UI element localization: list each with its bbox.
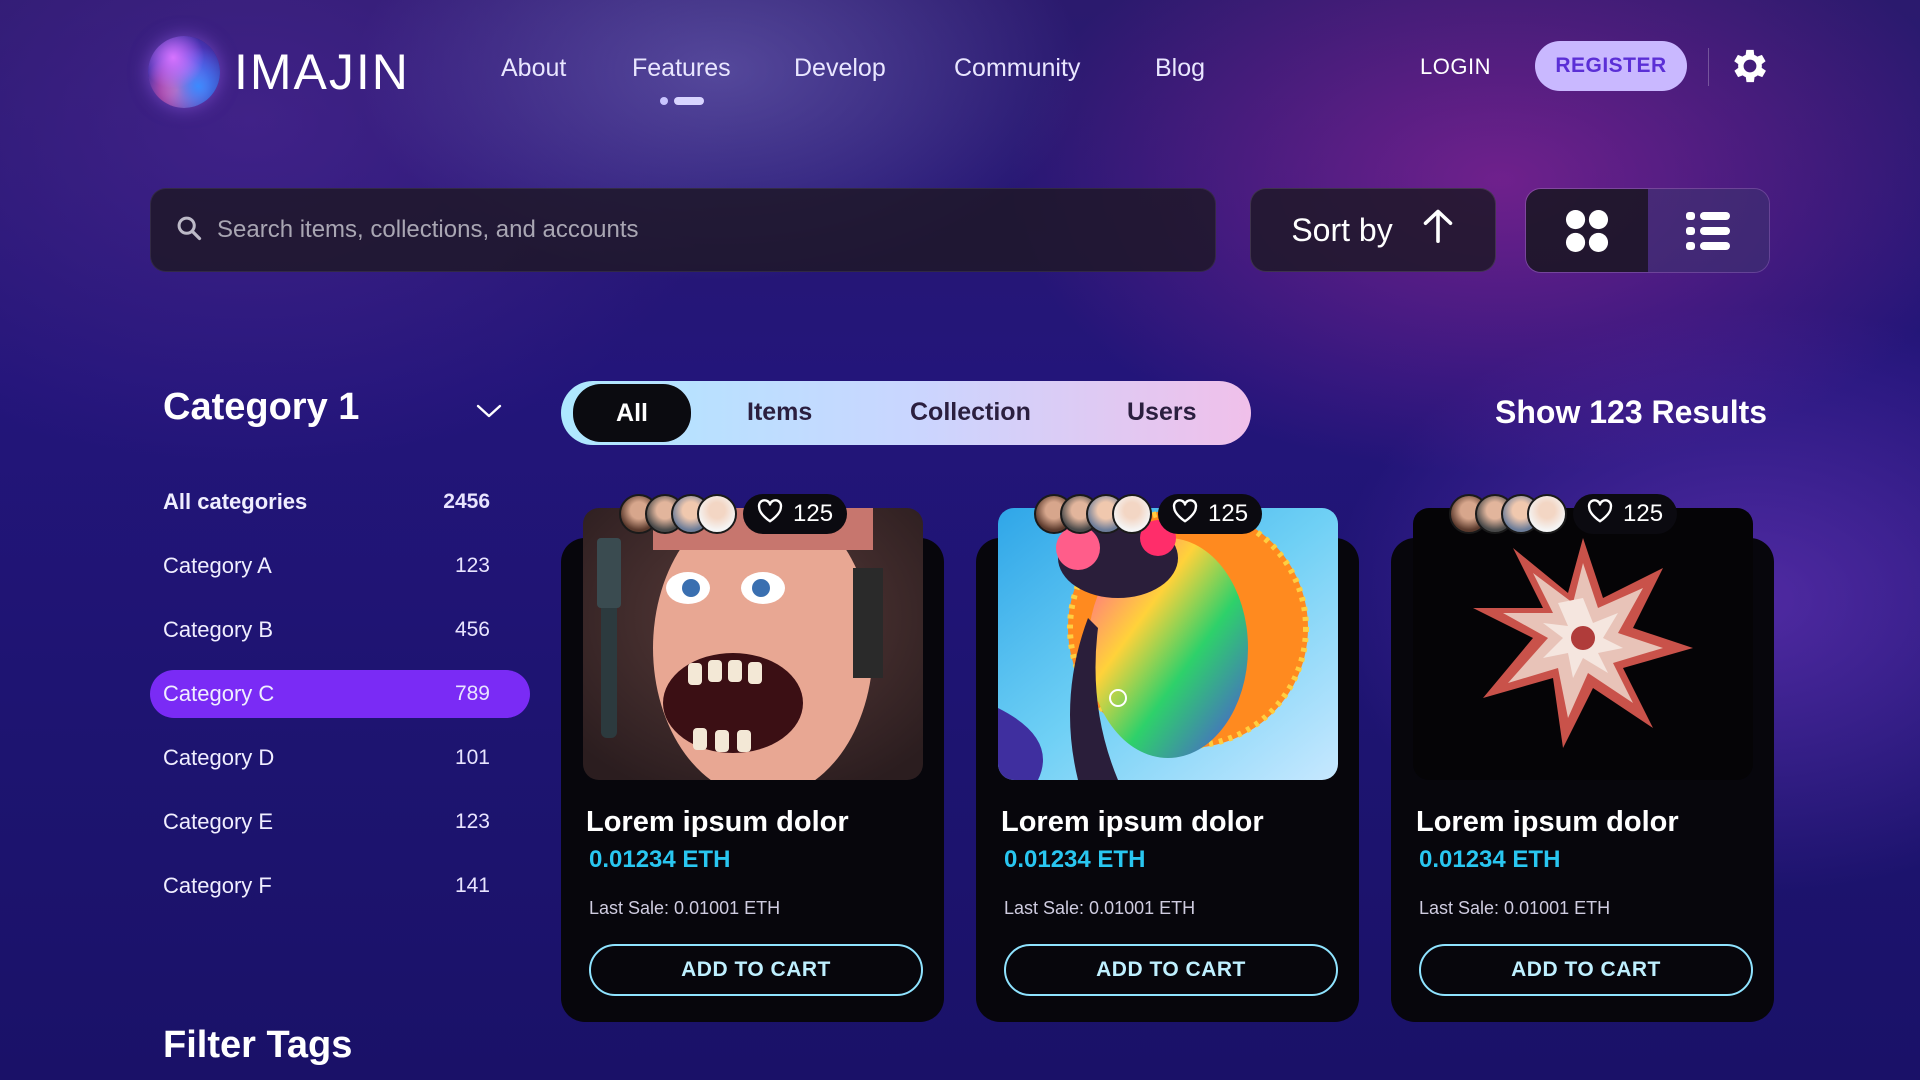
card-price: 0.01234 ETH bbox=[1419, 846, 1561, 873]
category-count: 456 bbox=[454, 618, 490, 641]
list-view-icon[interactable] bbox=[1647, 189, 1769, 272]
view-toggle bbox=[1525, 188, 1770, 273]
product-image[interactable] bbox=[583, 508, 923, 780]
grid-view-icon[interactable] bbox=[1526, 189, 1648, 272]
nav-develop[interactable]: Develop bbox=[794, 54, 886, 83]
like-button[interactable]: 125 bbox=[743, 494, 848, 534]
product-image[interactable] bbox=[998, 508, 1338, 780]
like-button[interactable]: 125 bbox=[1158, 494, 1263, 534]
nav-active-indicator bbox=[660, 97, 704, 105]
search-icon bbox=[175, 214, 203, 247]
register-button[interactable]: REGISTER bbox=[1535, 41, 1687, 91]
login-link[interactable]: LOGIN bbox=[1420, 54, 1491, 80]
category-item-all[interactable]: All categories 2456 bbox=[150, 478, 530, 526]
like-count: 125 bbox=[1623, 500, 1664, 527]
owner-avatars[interactable] bbox=[619, 494, 737, 534]
nav-about[interactable]: About bbox=[501, 54, 566, 83]
like-button[interactable]: 125 bbox=[1573, 494, 1678, 534]
header-divider bbox=[1708, 48, 1709, 86]
card-header: 125 bbox=[1449, 494, 1678, 534]
category-item-b[interactable]: Category B 456 bbox=[150, 606, 530, 654]
tab-items[interactable]: Items bbox=[747, 398, 812, 427]
gear-icon[interactable] bbox=[1728, 44, 1772, 88]
heart-icon bbox=[757, 498, 783, 530]
card-header: 125 bbox=[619, 494, 848, 534]
product-card[interactable]: 125 Lorem ipsum dolor 0.01234 ETH Last S… bbox=[561, 494, 944, 1022]
nav-features[interactable]: Features bbox=[632, 54, 731, 83]
category-label: Category E bbox=[163, 809, 274, 834]
product-image[interactable] bbox=[1413, 508, 1753, 780]
category-count: 2456 bbox=[443, 490, 490, 513]
category-count: 123 bbox=[454, 810, 490, 833]
category-item-c[interactable]: Category C 789 bbox=[150, 670, 530, 718]
brand-logo[interactable]: IMAJIN bbox=[148, 36, 410, 108]
heart-icon bbox=[1172, 498, 1198, 530]
filter-tabs: All Items Collection Users bbox=[561, 381, 1251, 445]
avatar bbox=[697, 494, 737, 534]
tab-all[interactable]: All bbox=[573, 384, 691, 442]
category-item-d[interactable]: Category D 101 bbox=[150, 734, 530, 782]
tab-collection[interactable]: Collection bbox=[910, 398, 1031, 427]
card-title: Lorem ipsum dolor bbox=[1416, 806, 1679, 838]
heart-icon bbox=[1587, 498, 1613, 530]
like-count: 125 bbox=[1208, 500, 1249, 527]
like-count: 125 bbox=[793, 500, 834, 527]
card-last-sale: Last Sale: 0.01001 ETH bbox=[1419, 898, 1611, 918]
add-to-cart-button[interactable]: ADD TO CART bbox=[1419, 944, 1753, 996]
filter-tags-title: Filter Tags bbox=[163, 1024, 353, 1066]
category-label: Category B bbox=[163, 617, 274, 642]
card-title: Lorem ipsum dolor bbox=[586, 806, 849, 838]
category-label: All categories bbox=[163, 489, 308, 514]
product-card[interactable]: 125 Lorem ipsum dolor 0.01234 ETH Last S… bbox=[1391, 494, 1774, 1022]
category-label: Category F bbox=[163, 873, 272, 898]
nav-community[interactable]: Community bbox=[954, 54, 1080, 83]
tab-users[interactable]: Users bbox=[1127, 398, 1197, 427]
category-count: 101 bbox=[454, 746, 490, 769]
results-count: Show 123 Results bbox=[1495, 394, 1768, 430]
avatar bbox=[1527, 494, 1567, 534]
brand-name: IMAJIN bbox=[234, 44, 410, 100]
category-count: 123 bbox=[454, 554, 490, 577]
nav-blog[interactable]: Blog bbox=[1155, 54, 1205, 83]
category-item-f[interactable]: Category F 141 bbox=[150, 862, 530, 910]
category-count: 141 bbox=[454, 874, 490, 897]
category-list: All categories 2456 Category A 123 Categ… bbox=[150, 478, 530, 926]
product-card[interactable]: 125 Lorem ipsum dolor 0.01234 ETH Last S… bbox=[976, 494, 1359, 1022]
card-header: 125 bbox=[1034, 494, 1263, 534]
card-title: Lorem ipsum dolor bbox=[1001, 806, 1264, 838]
add-to-cart-button[interactable]: ADD TO CART bbox=[1004, 944, 1338, 996]
category-label: Category A bbox=[163, 553, 272, 578]
category-count: 789 bbox=[454, 682, 490, 705]
search-bar[interactable] bbox=[150, 188, 1216, 272]
category-item-e[interactable]: Category E 123 bbox=[150, 798, 530, 846]
category-dropdown-title[interactable]: Category 1 bbox=[163, 386, 359, 429]
search-input[interactable] bbox=[217, 216, 1117, 244]
sort-button[interactable]: Sort by bbox=[1250, 188, 1496, 272]
card-price: 0.01234 ETH bbox=[1004, 846, 1146, 873]
owner-avatars[interactable] bbox=[1034, 494, 1152, 534]
avatar bbox=[1112, 494, 1152, 534]
card-last-sale: Last Sale: 0.01001 ETH bbox=[589, 898, 781, 918]
card-last-sale: Last Sale: 0.01001 ETH bbox=[1004, 898, 1196, 918]
logo-icon bbox=[148, 36, 220, 108]
card-price: 0.01234 ETH bbox=[589, 846, 731, 873]
category-label: Category D bbox=[163, 745, 275, 770]
chevron-down-icon[interactable] bbox=[476, 402, 502, 425]
owner-avatars[interactable] bbox=[1449, 494, 1567, 534]
sort-label: Sort by bbox=[1291, 211, 1393, 248]
category-item-a[interactable]: Category A 123 bbox=[150, 542, 530, 590]
category-label: Category C bbox=[163, 681, 275, 706]
arrow-up-icon bbox=[1421, 208, 1455, 252]
add-to-cart-button[interactable]: ADD TO CART bbox=[589, 944, 923, 996]
